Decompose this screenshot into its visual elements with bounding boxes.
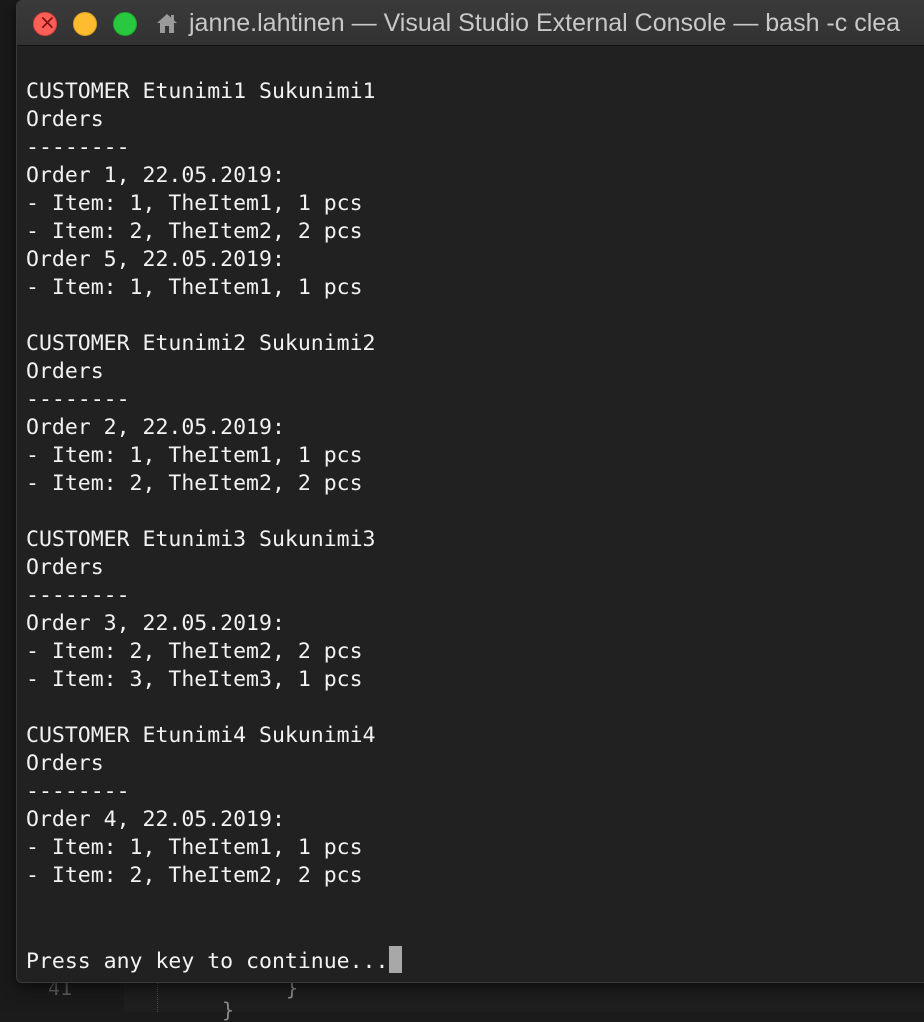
console-line: - Item: 1, TheItem1, 1 pcs [26,191,363,216]
console-line: CUSTOMER Etunimi2 Sukunimi2 [26,331,376,356]
console-line: Order 4, 22.05.2019: [26,807,285,832]
minimize-window-button[interactable] [73,12,97,36]
terminal-window[interactable]: janne.lahtinen — Visual Studio External … [16,0,924,983]
console-line: Order 1, 22.05.2019: [26,163,285,188]
console-line: - Item: 1, TheItem1, 1 pcs [26,835,363,860]
title-bar[interactable]: janne.lahtinen — Visual Studio External … [17,1,924,46]
console-line: Order 5, 22.05.2019: [26,247,285,272]
console-line: CUSTOMER Etunimi1 Sukunimi1 [26,79,376,104]
close-window-button[interactable] [33,10,57,36]
console-line: CUSTOMER Etunimi4 Sukunimi4 [26,723,376,748]
console-line: Order 2, 22.05.2019: [26,415,285,440]
console-line: - Item: 2, TheItem2, 2 pcs [26,471,363,496]
console-line: CUSTOMER Etunimi3 Sukunimi3 [26,527,376,552]
console-line: - Item: 1, TheItem1, 1 pcs [26,275,363,300]
console-line: Orders [26,359,104,384]
console-line: -------- [26,135,130,160]
home-folder-icon [155,11,179,35]
console-line: - Item: 3, TheItem3, 1 pcs [26,667,363,692]
console-line: -------- [26,583,130,608]
console-line: - Item: 2, TheItem2, 2 pcs [26,639,363,664]
window-title: janne.lahtinen — Visual Studio External … [189,9,901,37]
console-line: -------- [26,387,130,412]
console-line: Orders [26,107,104,132]
console-line: Order 3, 22.05.2019: [26,611,285,636]
continue-prompt: Press any key to continue... [26,949,389,974]
zoom-window-button[interactable] [113,12,137,36]
text-cursor [389,946,403,973]
editor-code-brace: } [222,998,235,1022]
console-line: - Item: 2, TheItem2, 2 pcs [26,219,363,244]
console-prompt-line: Press any key to continue... [26,946,924,974]
console-output[interactable]: CUSTOMER Etunimi1 Sukunimi1 Orders -------… [26,78,924,974]
console-line: - Item: 1, TheItem1, 1 pcs [26,443,363,468]
console-line: - Item: 2, TheItem2, 2 pcs [26,863,363,888]
console-line: Orders [26,555,104,580]
console-line: -------- [26,779,130,804]
console-line: Orders [26,751,104,776]
